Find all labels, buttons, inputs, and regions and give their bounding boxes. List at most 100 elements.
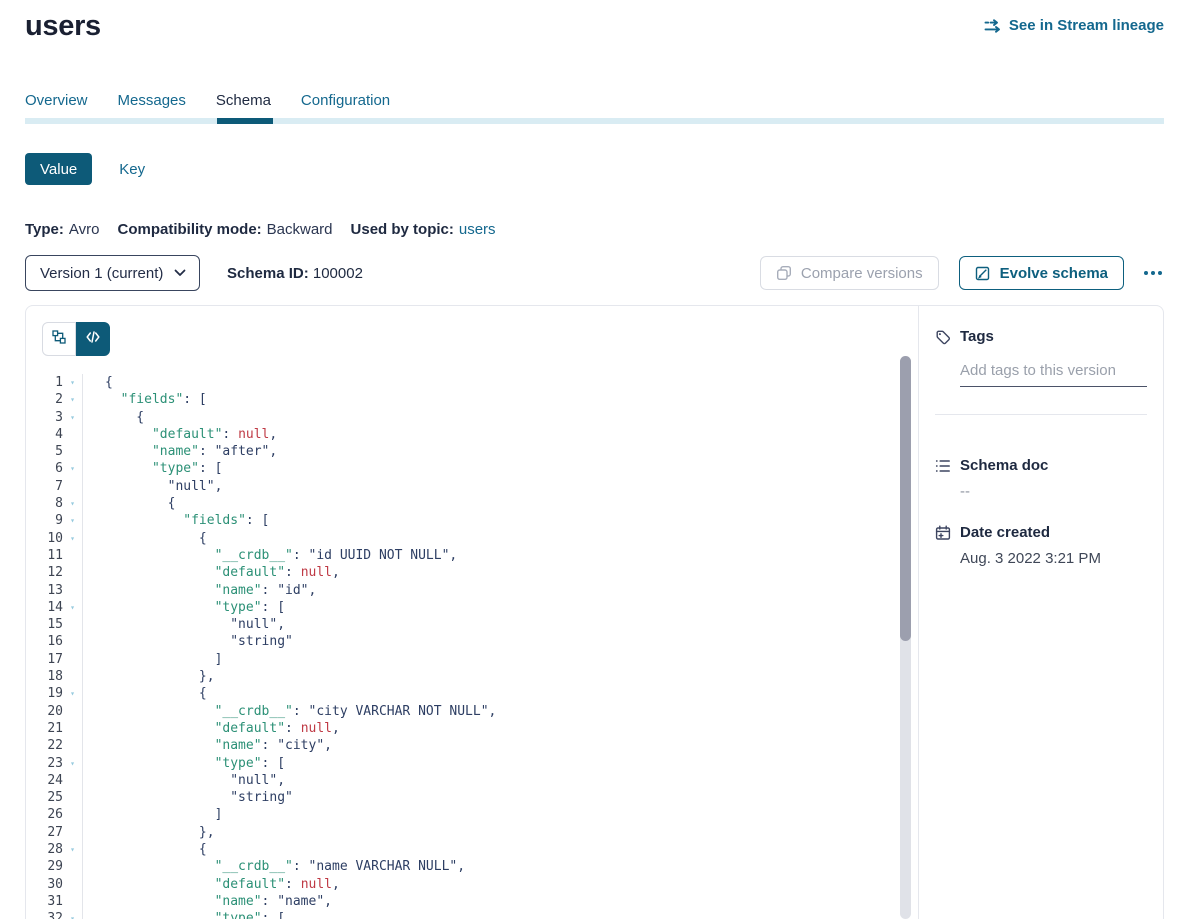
version-toolbar: Version 1 (current) Schema ID: 100002 Co… <box>25 255 1164 291</box>
line-number: 23 <box>26 755 63 772</box>
fold-toggle-icon[interactable]: ▾ <box>63 599 83 616</box>
page-title: users <box>25 10 101 43</box>
version-dropdown[interactable]: Version 1 (current) <box>25 255 200 291</box>
view-mode-toggle <box>42 322 110 356</box>
code-line: 10▾ { <box>26 530 918 547</box>
code-view-icon <box>86 330 100 348</box>
tab-overview[interactable]: Overview <box>25 91 88 118</box>
tree-view-icon <box>52 330 66 349</box>
code-line: 5 "name": "after", <box>26 443 918 460</box>
tags-heading-row: Tags <box>935 328 1147 345</box>
code-line: 26 ] <box>26 806 918 823</box>
fold-toggle-icon[interactable]: ▾ <box>63 755 83 772</box>
fold-spacer <box>63 720 83 737</box>
date-created-heading: Date created <box>960 524 1050 541</box>
more-actions-button[interactable] <box>1142 265 1164 281</box>
add-tags-input[interactable] <box>960 360 1147 387</box>
see-in-stream-lineage-link[interactable]: See in Stream lineage <box>984 17 1164 34</box>
code-text: "name": "id", <box>83 582 316 599</box>
code-text: "type": [ <box>83 755 285 772</box>
code-line: 12 "default": null, <box>26 564 918 581</box>
code-text: "__crdb__": "name VARCHAR NULL", <box>83 858 465 875</box>
fold-toggle-icon[interactable]: ▾ <box>63 495 83 512</box>
fold-spacer <box>63 564 83 581</box>
code-text: "null", <box>83 772 285 789</box>
code-line: 3▾ { <box>26 409 918 426</box>
fold-toggle-icon[interactable]: ▾ <box>63 841 83 858</box>
schema-doc-value: -- <box>960 483 1147 500</box>
fold-toggle-icon[interactable]: ▾ <box>63 409 83 426</box>
line-number: 2 <box>26 391 63 408</box>
chevron-down-icon <box>174 269 186 277</box>
value-tab-button[interactable]: Value <box>25 153 92 185</box>
line-number: 22 <box>26 737 63 754</box>
compare-versions-icon <box>776 265 792 281</box>
used-by-topic-link[interactable]: users <box>459 221 496 238</box>
line-number: 1 <box>26 374 63 391</box>
tab-configuration[interactable]: Configuration <box>301 91 390 118</box>
code-scrollbar-track[interactable] <box>900 356 911 919</box>
line-number: 25 <box>26 789 63 806</box>
key-tab-link[interactable]: Key <box>119 161 145 178</box>
code-line: 32▾ "type": [ <box>26 910 918 919</box>
line-number: 17 <box>26 651 63 668</box>
code-line: 8▾ { <box>26 495 918 512</box>
fold-spacer <box>63 582 83 599</box>
line-number: 20 <box>26 703 63 720</box>
fold-spacer <box>63 443 83 460</box>
fold-spacer <box>63 547 83 564</box>
schema-id-label: Schema ID: <box>227 265 309 282</box>
type-value: Avro <box>69 221 100 238</box>
schema-doc-heading: Schema doc <box>960 457 1048 474</box>
evolve-schema-button[interactable]: Evolve schema <box>959 256 1124 290</box>
line-number: 31 <box>26 893 63 910</box>
compare-versions-label: Compare versions <box>801 265 923 282</box>
line-number: 10 <box>26 530 63 547</box>
line-number: 15 <box>26 616 63 633</box>
tab-messages[interactable]: Messages <box>118 91 186 118</box>
tab-schema[interactable]: Schema <box>216 91 271 118</box>
fold-spacer <box>63 426 83 443</box>
fold-spacer <box>63 616 83 633</box>
date-created-value: Aug. 3 2022 3:21 PM <box>960 550 1147 567</box>
line-number: 14 <box>26 599 63 616</box>
code-line: 6▾ "type": [ <box>26 460 918 477</box>
code-text: "fields": [ <box>83 512 269 529</box>
code-view-button[interactable] <box>76 322 110 356</box>
fold-toggle-icon[interactable]: ▾ <box>63 512 83 529</box>
fold-spacer <box>63 893 83 910</box>
fold-spacer <box>63 824 83 841</box>
active-tab-indicator <box>217 118 273 124</box>
value-key-toggle: Value Key <box>25 153 1164 185</box>
code-line: 4 "default": null, <box>26 426 918 443</box>
code-line: 17 ] <box>26 651 918 668</box>
code-text: "null", <box>83 478 222 495</box>
code-scrollbar-thumb[interactable] <box>900 356 911 641</box>
code-text: ] <box>83 806 222 823</box>
code-line: 14▾ "type": [ <box>26 599 918 616</box>
code-line: 27 }, <box>26 824 918 841</box>
code-text: "string" <box>83 789 293 806</box>
compare-versions-button[interactable]: Compare versions <box>760 256 939 290</box>
line-number: 32 <box>26 910 63 919</box>
code-line: 7 "null", <box>26 478 918 495</box>
fold-toggle-icon[interactable]: ▾ <box>63 910 83 919</box>
topic-detail-page: users See in Stream lineage Overview Mes… <box>0 0 1189 919</box>
fold-toggle-icon[interactable]: ▾ <box>63 374 83 391</box>
code-line: 19▾ { <box>26 685 918 702</box>
fold-spacer <box>63 858 83 875</box>
evolve-schema-label: Evolve schema <box>1000 265 1108 282</box>
code-text: "default": null, <box>83 564 340 581</box>
fold-toggle-icon[interactable]: ▾ <box>63 391 83 408</box>
fold-toggle-icon[interactable]: ▾ <box>63 530 83 547</box>
line-number: 3 <box>26 409 63 426</box>
code-text: "type": [ <box>83 460 222 477</box>
line-number: 27 <box>26 824 63 841</box>
fold-toggle-icon[interactable]: ▾ <box>63 460 83 477</box>
sidebar-divider <box>935 414 1147 415</box>
code-text: }, <box>83 668 215 685</box>
tree-view-button[interactable] <box>42 322 76 356</box>
fold-toggle-icon[interactable]: ▾ <box>63 685 83 702</box>
compatibility-value: Backward <box>267 221 333 238</box>
code-text: { <box>83 409 144 426</box>
